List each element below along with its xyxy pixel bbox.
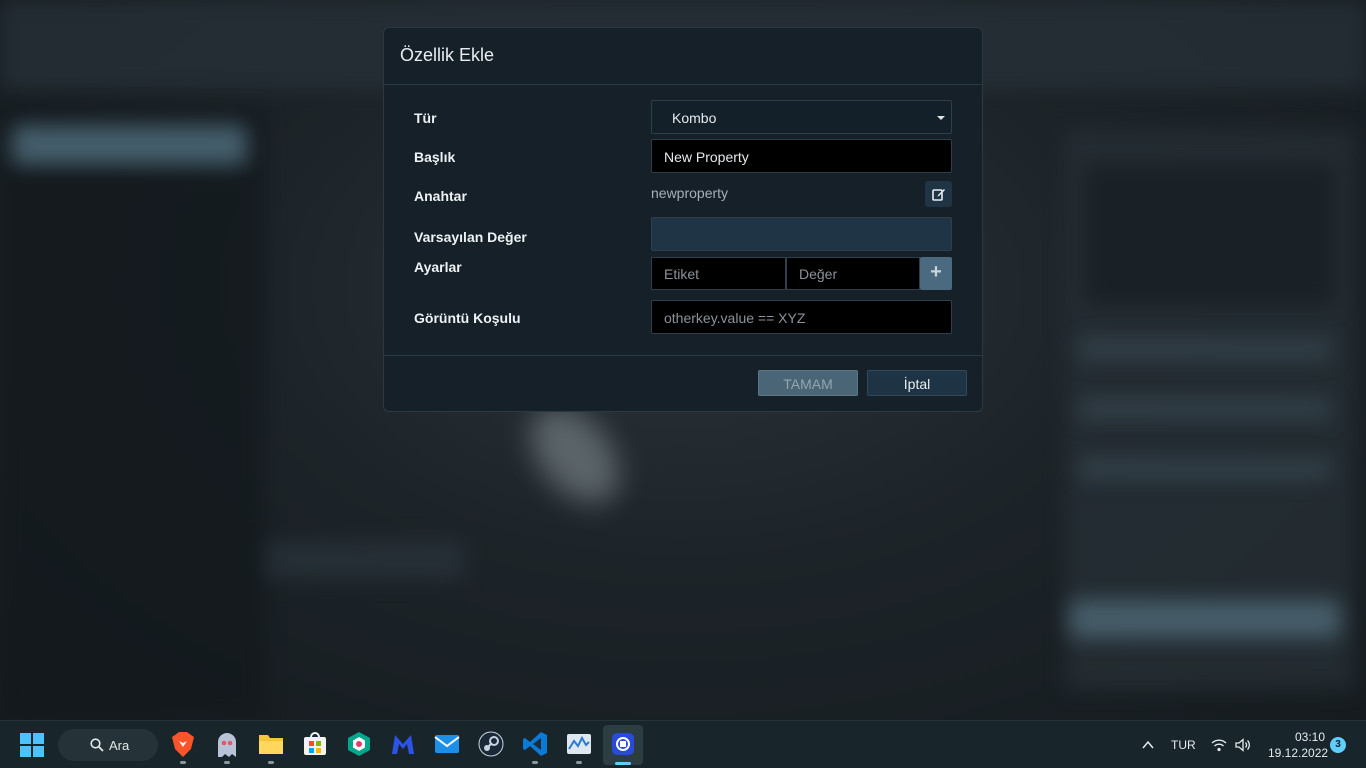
caret-down-icon <box>937 116 945 120</box>
clock-time[interactable]: 03:10 <box>1295 730 1325 744</box>
title-input-value: New Property <box>664 149 749 165</box>
edit-key-button[interactable] <box>925 181 952 207</box>
settings-label-placeholder: Etiket <box>664 266 700 282</box>
default-value-input[interactable] <box>651 217 952 251</box>
edit-icon <box>931 189 945 201</box>
taskbar: Ara TUR 03:10 19.12.2022 3 <box>0 720 1366 768</box>
file-explorer-icon[interactable] <box>258 732 284 756</box>
active-app-icon <box>611 732 635 756</box>
key-label: Anahtar <box>414 188 467 204</box>
language-indicator[interactable]: TUR <box>1171 738 1196 752</box>
type-label: Tür <box>414 110 437 126</box>
clock-date[interactable]: 19.12.2022 <box>1268 746 1328 760</box>
ok-button[interactable]: TAMAM <box>758 370 858 396</box>
bg-line <box>1080 400 1330 418</box>
task-manager-icon[interactable] <box>566 732 592 756</box>
notification-badge[interactable]: 3 <box>1330 737 1346 753</box>
settings-label-input[interactable]: Etiket <box>651 257 786 290</box>
steam-icon[interactable] <box>478 731 504 757</box>
title-input[interactable]: New Property <box>651 139 952 173</box>
type-select-value: Kombo <box>672 110 717 126</box>
add-property-dialog: Özellik Ekle Tür Kombo Başlık New Proper… <box>383 27 983 412</box>
running-indicator <box>268 761 274 764</box>
bg-line <box>1080 460 1330 478</box>
show-hidden-icons-button[interactable] <box>1141 738 1155 752</box>
bg-right-button <box>1070 600 1340 638</box>
plus-icon: + <box>930 261 942 283</box>
taskbar-search[interactable]: Ara <box>58 729 158 761</box>
malwarebytes-icon[interactable] <box>390 732 416 756</box>
bg-right-card <box>1085 165 1335 305</box>
running-indicator <box>532 761 538 764</box>
search-label: Ara <box>109 738 130 753</box>
start-button[interactable] <box>20 733 44 757</box>
dialog-title: Özellik Ekle <box>400 45 495 65</box>
bg-mid-block <box>265 540 465 580</box>
running-indicator <box>224 761 230 764</box>
display-condition-placeholder: otherkey.value == XYZ <box>664 310 806 326</box>
brave-icon[interactable] <box>171 731 195 758</box>
default-value-label: Varsayılan Değer <box>414 229 527 245</box>
settings-label: Ayarlar <box>414 259 462 275</box>
settings-value-input[interactable]: Değer <box>786 257 920 290</box>
microsoft-store-icon[interactable] <box>303 732 327 756</box>
chevron-up-icon <box>1142 740 1154 749</box>
cancel-button[interactable]: İptal <box>867 370 967 396</box>
running-indicator <box>180 761 186 764</box>
ghost-app-icon[interactable] <box>215 731 239 758</box>
kaspersky-icon[interactable] <box>347 731 371 757</box>
title-label: Başlık <box>414 149 456 165</box>
vscode-icon[interactable] <box>522 731 548 757</box>
wifi-icon[interactable] <box>1211 738 1227 752</box>
windows-logo-icon <box>20 733 44 757</box>
active-indicator <box>615 762 631 765</box>
search-icon <box>90 738 104 752</box>
display-condition-label: Görüntü Koşulu <box>414 310 521 326</box>
bg-line <box>1080 340 1330 358</box>
settings-value-placeholder: Değer <box>799 266 838 282</box>
volume-icon[interactable] <box>1235 738 1251 752</box>
dialog-header: Özellik Ekle <box>384 28 982 85</box>
add-setting-button[interactable]: + <box>920 257 952 290</box>
mail-icon[interactable] <box>434 733 460 755</box>
key-value: newproperty <box>651 185 729 201</box>
type-select[interactable]: Kombo <box>651 100 952 134</box>
bg-sidebar <box>0 110 265 720</box>
bg-sidebar-pill <box>12 125 247 165</box>
running-indicator <box>576 761 582 764</box>
display-condition-input[interactable]: otherkey.value == XYZ <box>651 300 952 334</box>
